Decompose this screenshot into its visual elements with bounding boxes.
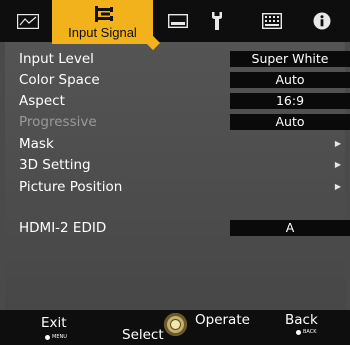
mask-label: Mask xyxy=(19,136,54,152)
input-signal-menu-panel: Input Level Super White Color Space Auto… xyxy=(5,42,350,310)
menu-row-picture-position[interactable]: Picture Position ▶ xyxy=(19,177,345,197)
projector-osd-menu: Input Signal Input Level Super White Col… xyxy=(0,0,350,345)
tab-installation[interactable] xyxy=(160,0,196,42)
display-setup-icon xyxy=(262,13,282,29)
3d-setting-label: 3D Setting xyxy=(19,157,91,173)
submenu-arrow-icon: ▶ xyxy=(334,160,341,169)
menu-key-label: MENU xyxy=(52,334,67,340)
navigation-pad-icon xyxy=(164,313,187,336)
back-hint[interactable]: Back xyxy=(285,312,318,328)
picture-position-label: Picture Position xyxy=(19,179,123,195)
aspect-value[interactable]: 16:9 xyxy=(230,93,350,109)
progressive-label: Progressive xyxy=(19,114,97,130)
tab-function[interactable] xyxy=(202,0,232,42)
menu-row-progressive: Progressive Auto xyxy=(19,112,350,132)
hdmi-2-edid-label: HDMI-2 EDID xyxy=(19,220,107,236)
input-level-value[interactable]: Super White xyxy=(230,51,350,67)
picture-adjust-icon xyxy=(17,13,39,29)
progressive-value: Auto xyxy=(230,114,350,130)
operate-hint: Operate xyxy=(195,312,250,328)
wrench-icon xyxy=(212,12,222,30)
back-key-icon xyxy=(296,330,301,335)
input-level-label: Input Level xyxy=(19,51,94,67)
color-space-label: Color Space xyxy=(19,72,100,88)
color-space-value[interactable]: Auto xyxy=(230,72,350,88)
tab-input-signal-label: Input Signal xyxy=(68,25,137,40)
info-icon xyxy=(313,12,331,30)
menu-row-mask[interactable]: Mask ▶ xyxy=(19,134,345,154)
tab-information[interactable] xyxy=(305,0,339,42)
menu-row-3d-setting[interactable]: 3D Setting ▶ xyxy=(19,155,345,175)
menu-row-hdmi-2-edid[interactable]: HDMI-2 EDID A xyxy=(19,218,350,238)
submenu-arrow-icon: ▶ xyxy=(334,182,341,191)
back-key-label: BACK xyxy=(303,329,317,335)
menu-row-input-level[interactable]: Input Level Super White xyxy=(19,49,350,69)
menu-tab-bar: Input Signal xyxy=(0,0,350,51)
menu-row-color-space[interactable]: Color Space Auto xyxy=(19,70,350,90)
navigation-pad-center xyxy=(170,319,181,330)
submenu-arrow-icon: ▶ xyxy=(334,139,341,148)
installation-icon xyxy=(168,14,188,28)
tab-input-signal[interactable]: Input Signal xyxy=(52,0,153,44)
tab-picture-adjust[interactable] xyxy=(8,0,48,42)
menu-row-aspect[interactable]: Aspect 16:9 xyxy=(19,91,350,111)
input-signal-icon xyxy=(94,6,113,22)
aspect-label: Aspect xyxy=(19,93,65,109)
menu-key-icon xyxy=(45,335,50,340)
exit-hint[interactable]: Exit xyxy=(41,315,67,331)
select-hint: Select xyxy=(122,327,164,343)
tab-display-setup[interactable] xyxy=(254,0,290,42)
hdmi-2-edid-value[interactable]: A xyxy=(230,220,350,236)
